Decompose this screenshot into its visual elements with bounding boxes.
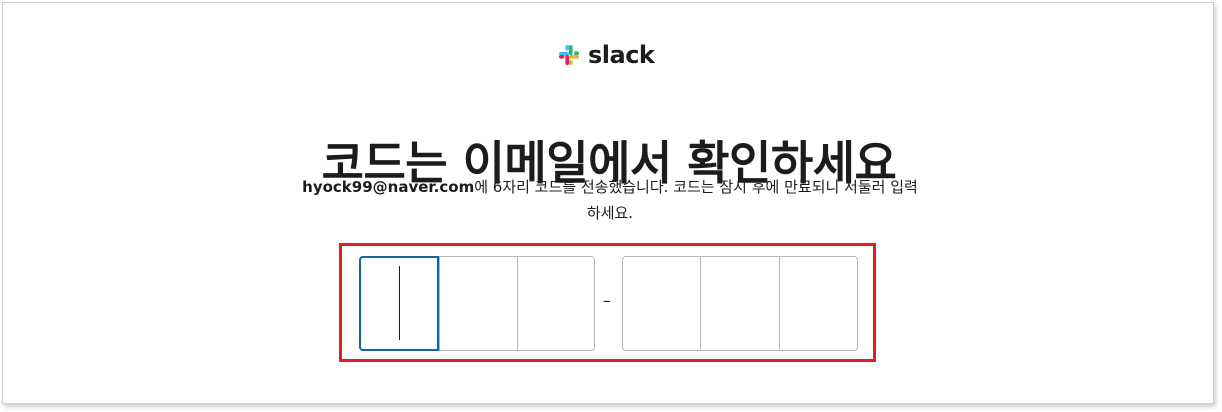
code-separator: – (603, 291, 611, 310)
slack-logo: slack (556, 40, 655, 70)
code-digit-3[interactable] (516, 257, 595, 350)
instruction-line1: 에 6자리 코드를 전송했습니다. 코드는 잠시 후에 만료되니 서둘러 입력 (474, 178, 918, 196)
code-digit-5[interactable] (700, 257, 778, 350)
brand-name: slack (588, 41, 655, 69)
code-input-group-second (622, 256, 858, 351)
code-input-group-first (359, 256, 595, 351)
code-digit-4[interactable] (623, 257, 700, 350)
email-address: hyock99@naver.com (302, 178, 475, 196)
instruction-text: hyock99@naver.com에 6자리 코드를 전송했습니다. 코드는 잠… (255, 174, 965, 226)
code-digit-6[interactable] (778, 257, 857, 350)
text-caret (399, 266, 400, 340)
slack-logo-icon (559, 45, 579, 65)
instruction-line2: 하세요. (586, 204, 634, 222)
code-digit-1[interactable] (359, 256, 439, 351)
code-digit-2[interactable] (439, 257, 517, 350)
